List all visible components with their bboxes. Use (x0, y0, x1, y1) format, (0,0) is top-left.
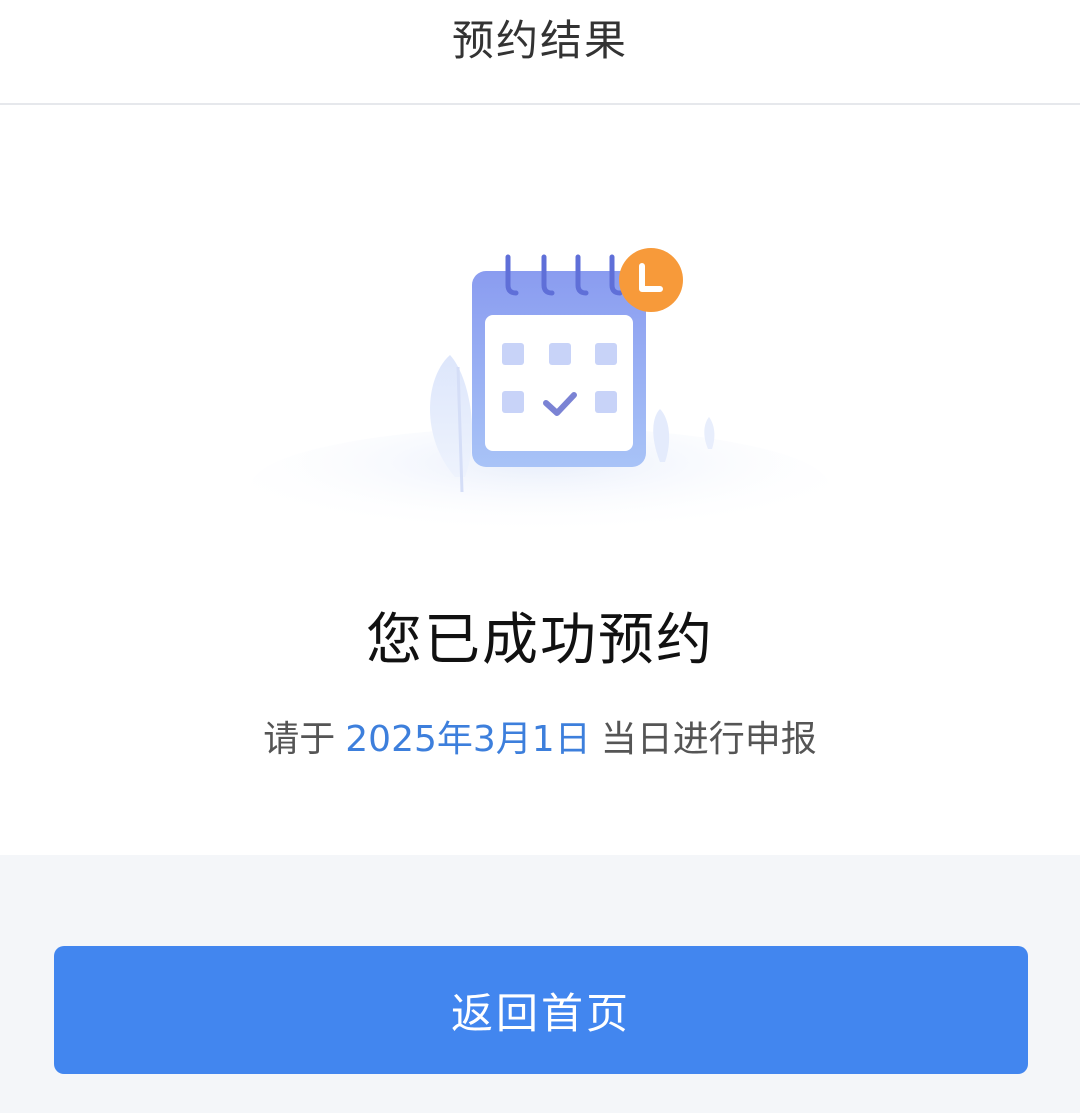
desc-suffix: 当日进行申报 (600, 719, 817, 760)
return-home-button[interactable]: 返回首页 (54, 946, 1028, 1074)
appointment-date: 2025年3月1日 (345, 719, 591, 760)
calendar-check-icon (250, 248, 830, 537)
result-description: 请于 2025年3月1日 当日进行申报 (0, 710, 1080, 762)
desc-prefix: 请于 (263, 719, 336, 760)
result-content: 您已成功预约 请于 2025年3月1日 当日进行申报 (0, 107, 1080, 855)
clock-icon (619, 248, 683, 312)
page-title: 预约结果 (451, 16, 628, 65)
success-title: 您已成功预约 (366, 608, 714, 673)
page-header: 预约结果 (0, 0, 1080, 105)
footer-area: 返回首页 (0, 855, 1080, 1113)
